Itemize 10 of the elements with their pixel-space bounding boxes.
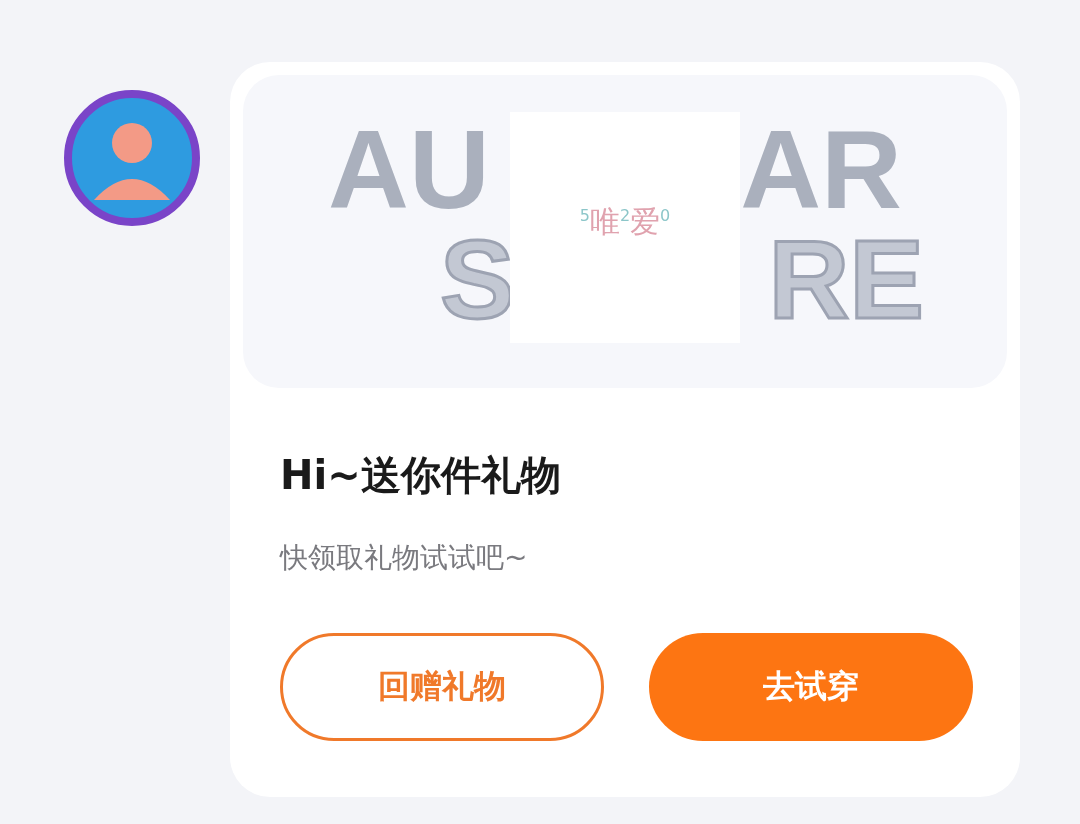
- gift-subtitle: 快领取礼物试试吧~: [280, 540, 529, 576]
- return-gift-button[interactable]: 回赠礼物: [280, 633, 604, 741]
- banner-letters: S: [440, 224, 515, 336]
- item-label: $^{5}$唯$^{2}$爱$^{0}$: [579, 203, 671, 241]
- gift-title: Hi~送你件礼物: [280, 451, 562, 500]
- avatar-icon: [62, 88, 202, 228]
- banner-letters: RE: [768, 224, 924, 336]
- banner-letters: AR: [740, 114, 902, 226]
- banner-letters: AU: [328, 114, 490, 226]
- try-on-button[interactable]: 去试穿: [649, 633, 973, 741]
